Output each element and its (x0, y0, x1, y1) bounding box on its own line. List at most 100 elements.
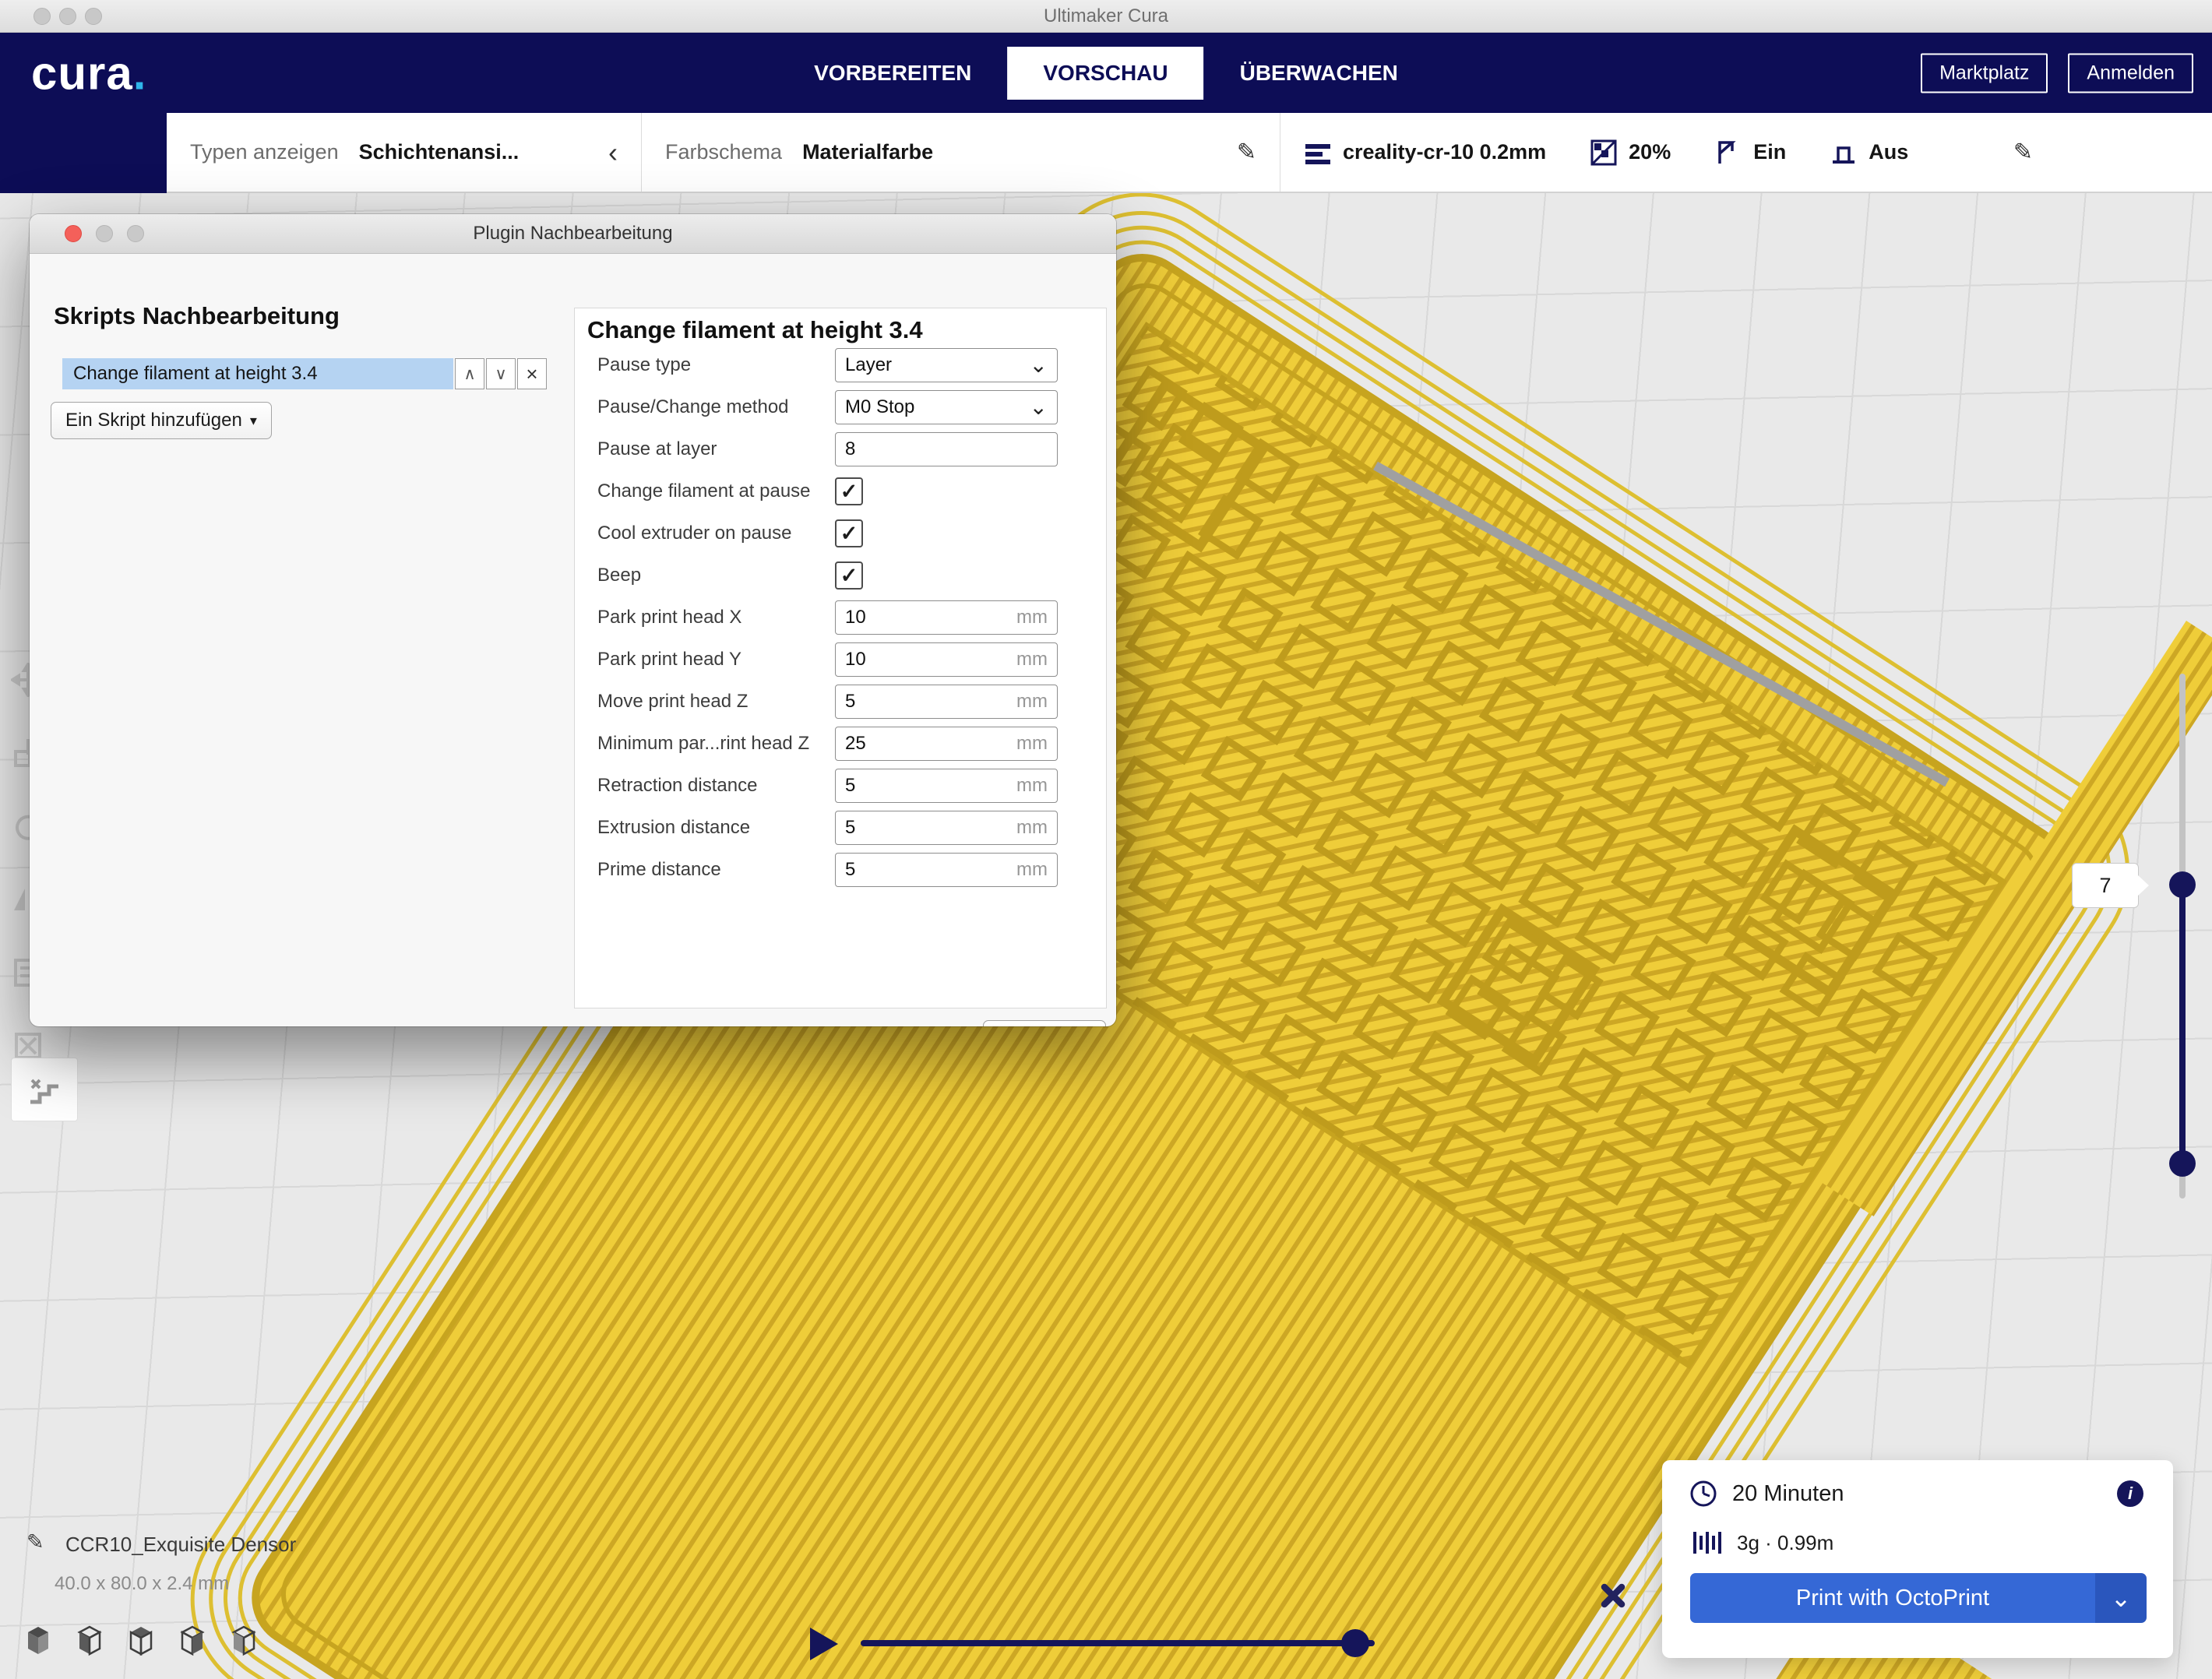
pause-at-layer-input[interactable]: 8 (835, 432, 1058, 466)
form-row: Pause type Layer ⌄ (575, 344, 1106, 386)
marketplace-button[interactable]: Marktplatz (1921, 53, 2048, 93)
view-3d-icon[interactable] (22, 1623, 55, 1659)
printer-name: creality-cr-10 0.2mm (1343, 140, 1546, 164)
form-row: Cool extruder on pause✓ (575, 512, 1106, 554)
view-left-icon[interactable] (176, 1623, 209, 1659)
window-close-button[interactable] (33, 8, 51, 25)
form-row: Park print head X10mm (575, 597, 1106, 639)
form-row: Retraction distance 5 mm (575, 765, 1106, 807)
header-logo-block (0, 113, 167, 193)
view-type-selector[interactable]: Typen anzeigen Schichtenansi... ‹ (167, 113, 642, 192)
layer-slider-upper-handle[interactable] (2169, 871, 2196, 898)
select-value: Layer (845, 354, 892, 376)
logo-dot: . (133, 47, 147, 99)
chevron-down-icon: ⌄ (1030, 359, 1048, 372)
print-with-octoprint-button[interactable]: Print with OctoPrint ⌄ (1690, 1573, 2147, 1623)
adjust-tools-icon[interactable] (1595, 1578, 1631, 1614)
edit-view-pencil-icon[interactable]: ✎ (1237, 139, 1256, 166)
script-settings-heading: Change filament at height 3.4 (587, 316, 923, 344)
adhesion-setting[interactable]: Aus (1830, 139, 1908, 167)
material-usage-icon (1692, 1530, 1723, 1555)
park-print-head-x-input[interactable]: 10mm (835, 600, 1058, 635)
form-row: Extrusion distance5mm (575, 807, 1106, 849)
window-zoom-button[interactable] (85, 8, 102, 25)
info-icon[interactable]: i (2117, 1480, 2143, 1507)
view-top-icon[interactable] (125, 1623, 157, 1659)
infill-setting[interactable]: 20% (1590, 139, 1671, 167)
field-label: Extrusion distance (575, 817, 835, 839)
signin-button[interactable]: Anmelden (2068, 53, 2193, 93)
edit-print-settings-pencil-icon[interactable]: ✎ (2013, 139, 2033, 166)
dialog-minimize-button[interactable] (96, 225, 113, 242)
stage-tabs: VORBEREITEN VORSCHAU ÜBERWACHEN (778, 47, 1434, 100)
tab-ueberwachen[interactable]: ÜBERWACHEN (1204, 47, 1434, 100)
chevron-down-icon: ⌄ (2111, 1592, 2132, 1604)
chevron-left-icon[interactable]: ‹ (608, 139, 618, 167)
form-row: Move print head Z5mm (575, 681, 1106, 723)
adhesion-icon (1830, 139, 1858, 167)
rename-model-pencil-icon[interactable]: ✎ (26, 1530, 44, 1554)
retraction-distance-input[interactable]: 5 mm (835, 769, 1058, 803)
form-row: Beep✓ (575, 554, 1106, 597)
dialog-close-action-button[interactable]: Schließen (983, 1020, 1106, 1026)
print-job-panel: 20 Minuten i 3g · 0.99m Print with OctoP… (1662, 1460, 2173, 1658)
pause-change-method-select[interactable]: M0 Stop⌄ (835, 390, 1058, 424)
window-titlebar[interactable]: Ultimaker Cura (0, 0, 2212, 33)
unit-suffix: mm (1016, 817, 1048, 839)
view-right-icon[interactable] (227, 1623, 260, 1659)
clock-icon (1689, 1479, 1718, 1508)
view-front-icon[interactable] (73, 1623, 106, 1659)
field-label: Pause type (575, 354, 835, 376)
form-row: Minimum par...rint head Z25mm (575, 723, 1106, 765)
pause-type-select[interactable]: Layer ⌄ (835, 348, 1058, 382)
field-label: Move print head Z (575, 691, 835, 713)
simulation-timeline[interactable] (861, 1640, 1375, 1646)
extrusion-distance-input[interactable]: 5mm (835, 811, 1058, 845)
printer-selector[interactable]: creality-cr-10 0.2mm (1304, 139, 1546, 167)
prime-distance-input[interactable]: 5mm (835, 853, 1058, 887)
tab-vorbereiten[interactable]: VORBEREITEN (778, 47, 1007, 100)
selected-script-name[interactable]: Change filament at height 3.4 (62, 358, 453, 389)
add-script-button[interactable]: Ein Skript hinzufügen ▾ (51, 402, 272, 439)
timeline-scrubber-handle[interactable] (1341, 1629, 1369, 1657)
input-value: 5 (845, 775, 855, 797)
layer-slider-track[interactable] (2179, 674, 2186, 885)
print-options-caret[interactable]: ⌄ (2095, 1573, 2147, 1623)
play-button[interactable] (810, 1628, 838, 1660)
cool-extruder-on-pause-checkbox[interactable]: ✓ (835, 519, 863, 547)
color-scheme-selector[interactable]: Farbschema Materialfarbe ✎ (642, 113, 1280, 192)
color-scheme-value: Materialfarbe (802, 140, 933, 164)
field-label: Pause at layer (575, 438, 835, 460)
camera-view-presets (22, 1623, 260, 1659)
minimum-par-rint-head-z-input[interactable]: 25 mm (835, 727, 1058, 761)
support-value: Ein (1753, 140, 1786, 164)
move-script-down-button[interactable]: ∨ (486, 358, 516, 389)
field-label: Retraction distance (575, 775, 835, 797)
tab-vorschau[interactable]: VORSCHAU (1007, 47, 1203, 100)
dialog-titlebar[interactable]: Plugin Nachbearbeitung (30, 214, 1116, 254)
window-minimize-button[interactable] (59, 8, 76, 25)
printer-icon (1304, 139, 1332, 167)
remove-script-button[interactable]: × (517, 358, 547, 389)
unit-suffix: mm (1016, 775, 1048, 797)
move-print-head-z-input[interactable]: 5mm (835, 685, 1058, 719)
object-list-panel[interactable] (11, 1058, 78, 1121)
support-setting[interactable]: Ein (1714, 139, 1786, 167)
unit-suffix: mm (1016, 733, 1048, 755)
park-print-head-y-input[interactable]: 10mm (835, 642, 1058, 677)
change-filament-at-pause-checkbox[interactable]: ✓ (835, 477, 863, 505)
support-icon (1714, 139, 1742, 167)
layer-slider-lower-handle[interactable] (2169, 1150, 2196, 1177)
move-script-up-button[interactable]: ∧ (455, 358, 484, 389)
layer-slider-range[interactable] (2179, 885, 2186, 1163)
input-value: 10 (845, 607, 866, 628)
dialog-close-button[interactable] (65, 225, 82, 242)
script-list-item[interactable]: Change filament at height 3.4 ∧ ∨ × (62, 358, 547, 389)
form-row: Pause at layer8 (575, 428, 1106, 470)
beep-checkbox[interactable]: ✓ (835, 561, 863, 590)
infill-icon (1590, 139, 1618, 167)
print-button-label[interactable]: Print with OctoPrint (1690, 1573, 2095, 1623)
dialog-zoom-button[interactable] (127, 225, 144, 242)
select-value: M0 Stop (845, 396, 914, 418)
input-value: 25 (845, 733, 866, 755)
